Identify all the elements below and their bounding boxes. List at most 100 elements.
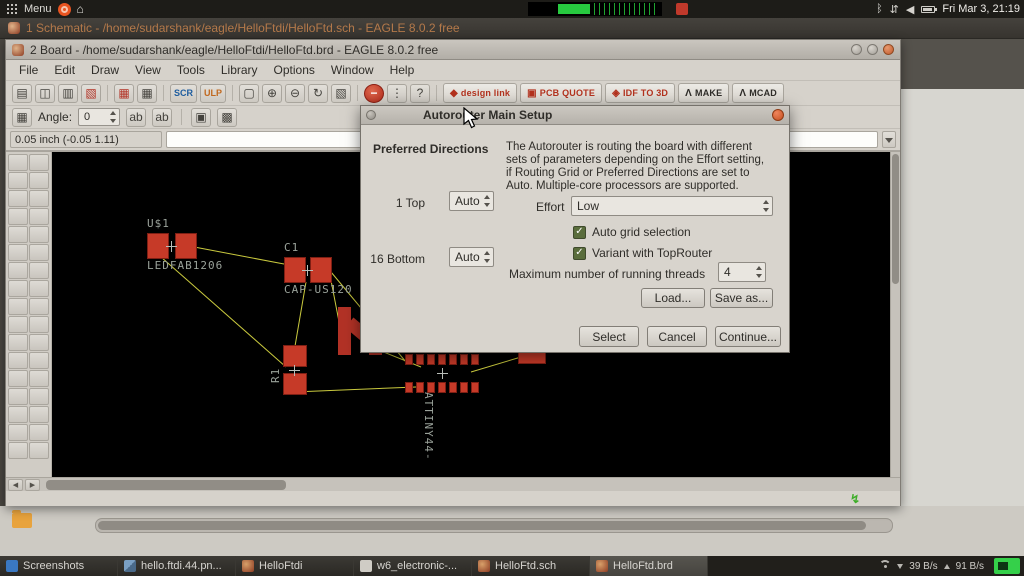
menu-help[interactable]: Help bbox=[383, 61, 422, 79]
copy-icon[interactable] bbox=[29, 190, 49, 207]
ubuntu-logo-icon[interactable] bbox=[57, 2, 71, 16]
taskbar-item-helloftdi[interactable]: HelloFtdi bbox=[236, 556, 354, 576]
design-manager-icon[interactable]: ▦ bbox=[137, 83, 157, 103]
zoom-select-icon[interactable]: ▧ bbox=[331, 83, 352, 103]
rotate-icon[interactable] bbox=[29, 208, 49, 225]
load-design-icon[interactable]: ▦ bbox=[114, 83, 134, 103]
menu-window[interactable]: Window bbox=[324, 61, 381, 79]
schematic-window-titlebar[interactable]: 1 Schematic - /home/sudarshank/eagle/Hel… bbox=[0, 18, 1024, 39]
canvas-vscrollbar[interactable] bbox=[890, 152, 900, 477]
minimize-button[interactable] bbox=[851, 44, 862, 55]
menu-tools[interactable]: Tools bbox=[170, 61, 212, 79]
mark-icon[interactable] bbox=[29, 172, 49, 189]
taskbar-item-hello-ftdi-44-pn-[interactable]: hello.ftdi.44.pn... bbox=[118, 556, 236, 576]
battery-icon[interactable] bbox=[921, 5, 938, 13]
open-board-icon[interactable]: ▤ bbox=[12, 83, 32, 103]
hole-icon[interactable] bbox=[29, 442, 49, 459]
zoom-in-icon[interactable]: ⊕ bbox=[262, 83, 283, 103]
redraw-icon[interactable]: ↻ bbox=[308, 83, 329, 103]
taskbar-item-helloftd-brd[interactable]: HelloFtd.brd bbox=[590, 556, 708, 576]
wire-icon[interactable] bbox=[8, 388, 28, 405]
zoom-out-icon[interactable]: ⊖ bbox=[285, 83, 306, 103]
load-button[interactable]: Load... bbox=[641, 288, 705, 308]
spin-text-icon[interactable]: ab bbox=[152, 107, 173, 127]
cancel-button[interactable]: Cancel bbox=[647, 326, 707, 347]
clock[interactable]: Fri Mar 3, 21:19 bbox=[942, 3, 1020, 15]
stop-icon[interactable]: − bbox=[364, 83, 385, 103]
menu-draw[interactable]: Draw bbox=[84, 61, 126, 79]
spinner-arrows-icon[interactable] bbox=[108, 109, 117, 125]
zoom-fit-icon[interactable]: ▢ bbox=[239, 83, 260, 103]
ripup-icon[interactable] bbox=[29, 370, 49, 387]
taskbar-item-w6-electronic-[interactable]: w6_electronic-... bbox=[354, 556, 472, 576]
spinner-arrows-icon[interactable] bbox=[482, 193, 491, 209]
grid-lines-icon[interactable]: ▩ bbox=[217, 107, 238, 127]
design-link-button[interactable]: ◆ design link bbox=[443, 83, 518, 103]
continue-button[interactable]: Continue... bbox=[715, 326, 781, 347]
move-icon[interactable] bbox=[8, 190, 28, 207]
info-icon[interactable] bbox=[8, 154, 28, 171]
menu-options[interactable]: Options bbox=[267, 61, 322, 79]
menu-view[interactable]: View bbox=[128, 61, 168, 79]
rect-icon[interactable] bbox=[8, 424, 28, 441]
menu-button[interactable]: Menu bbox=[24, 3, 52, 15]
indicator-red-icon[interactable] bbox=[676, 3, 688, 15]
split-icon[interactable] bbox=[29, 334, 49, 351]
group-icon[interactable] bbox=[8, 226, 28, 243]
smash-icon[interactable] bbox=[29, 316, 49, 333]
dialog-menu-icon[interactable] bbox=[366, 110, 376, 120]
component-ic[interactable]: ATTINY44- bbox=[405, 354, 479, 461]
maximize-button[interactable] bbox=[867, 44, 878, 55]
optimize-icon[interactable] bbox=[8, 352, 28, 369]
replace-icon[interactable] bbox=[29, 280, 49, 297]
miter-icon[interactable] bbox=[8, 334, 28, 351]
auto-grid-checkbox[interactable]: ✓ Auto grid selection bbox=[573, 225, 691, 239]
delete-icon[interactable] bbox=[8, 262, 28, 279]
folder-icon[interactable] bbox=[12, 510, 32, 528]
scrollbar-handle[interactable] bbox=[892, 154, 899, 284]
more-icon[interactable]: ⋮ bbox=[387, 83, 408, 103]
text-icon[interactable] bbox=[29, 388, 49, 405]
mirror-icon[interactable] bbox=[8, 208, 28, 225]
board-window-titlebar[interactable]: 2 Board - /home/sudarshank/eagle/HelloFt… bbox=[6, 40, 900, 60]
help-icon[interactable]: ? bbox=[410, 83, 431, 103]
system-monitor-graph[interactable] bbox=[528, 2, 662, 16]
schematic-hscrollbar[interactable] bbox=[95, 518, 893, 533]
change-icon[interactable] bbox=[29, 226, 49, 243]
mirror-text-icon[interactable]: ab bbox=[126, 107, 147, 127]
display-layers-icon[interactable] bbox=[8, 172, 28, 189]
save-icon[interactable]: ◫ bbox=[35, 83, 55, 103]
menu-library[interactable]: Library bbox=[214, 61, 265, 79]
via-icon[interactable] bbox=[8, 442, 28, 459]
component-led[interactable]: U$1 LEDFAB1206 bbox=[147, 217, 223, 272]
menu-grid-icon[interactable] bbox=[6, 3, 18, 15]
taskbar-item-screenshots[interactable]: Screenshots bbox=[0, 556, 118, 576]
print-icon[interactable]: ▥ bbox=[58, 83, 78, 103]
wifi-icon[interactable] bbox=[879, 560, 891, 572]
menu-edit[interactable]: Edit bbox=[47, 61, 82, 79]
circle-icon[interactable] bbox=[8, 406, 28, 423]
select-button[interactable]: Select bbox=[579, 326, 639, 347]
cut-icon[interactable] bbox=[8, 244, 28, 261]
threads-spinner[interactable]: 4 bbox=[718, 262, 766, 282]
effort-select[interactable]: Low bbox=[571, 196, 773, 216]
script-badge[interactable]: SCR bbox=[170, 83, 198, 103]
scrollbar-handle[interactable] bbox=[98, 521, 866, 530]
name-icon[interactable] bbox=[29, 298, 49, 315]
arc-icon[interactable] bbox=[29, 406, 49, 423]
scrollbar-handle[interactable] bbox=[46, 479, 286, 490]
ulp-badge[interactable]: ULP bbox=[200, 83, 227, 103]
taskbar-item-helloftd-sch[interactable]: HelloFtd.sch bbox=[472, 556, 590, 576]
network-monitor-tray-icon[interactable] bbox=[994, 558, 1020, 574]
pinswap-icon[interactable] bbox=[8, 280, 28, 297]
dialog-titlebar[interactable]: Autorouter Main Setup bbox=[361, 106, 789, 125]
component-res[interactable]: R1 bbox=[267, 345, 309, 397]
dialog-close-button[interactable] bbox=[772, 109, 784, 121]
scroll-right-icon[interactable]: ▶ bbox=[25, 478, 40, 491]
idf-to-3d-button[interactable]: ◈ IDF TO 3D bbox=[605, 83, 676, 103]
variant-toprouter-checkbox[interactable]: ✓ Variant with TopRouter bbox=[573, 246, 712, 260]
bottom-direction-select[interactable]: Auto bbox=[449, 247, 494, 267]
bluetooth-icon[interactable]: ᛒ bbox=[876, 3, 883, 15]
meander-icon[interactable] bbox=[29, 352, 49, 369]
save-as-button[interactable]: Save as... bbox=[710, 288, 773, 308]
